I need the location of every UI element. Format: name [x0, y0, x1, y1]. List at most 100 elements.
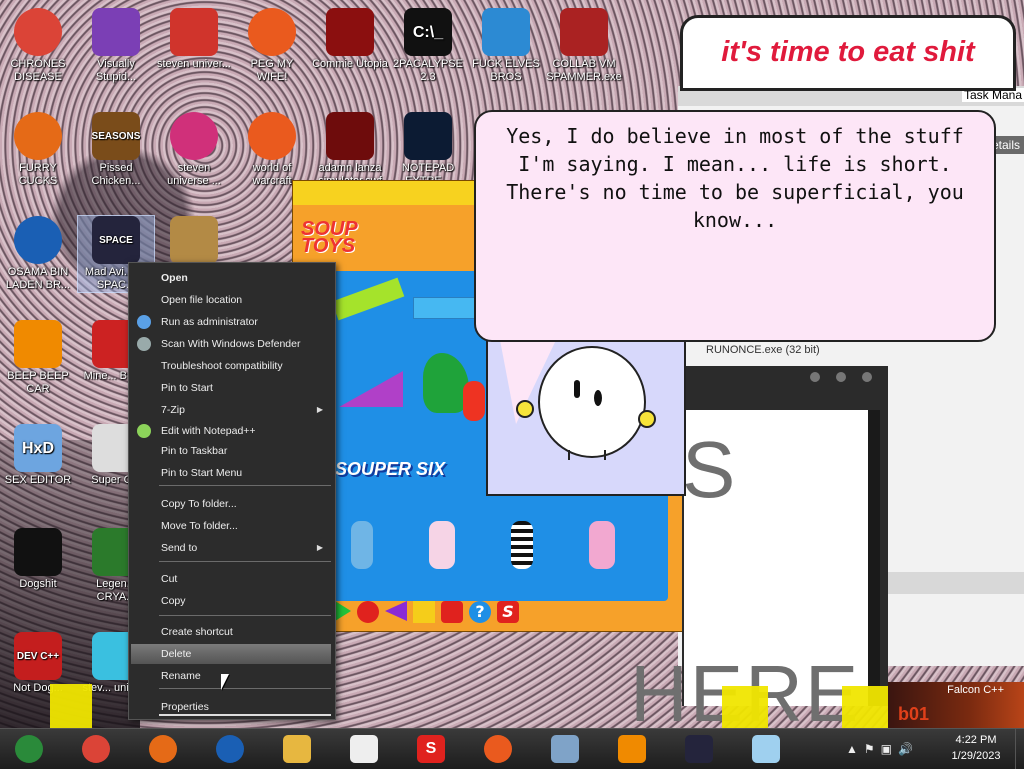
- clock[interactable]: 4:22 PM 1/29/2023: [944, 732, 1008, 764]
- flag-icon[interactable]: ⚑: [864, 742, 875, 756]
- scrollbar[interactable]: [868, 410, 880, 706]
- devcpp-icon: DEV C++: [14, 632, 62, 680]
- desktop-icon-label: PEG MY WIFE!: [250, 58, 294, 83]
- yellow-square-icon[interactable]: [413, 601, 435, 623]
- context-menu-item[interactable]: Copy To folder...: [131, 494, 331, 514]
- steven-universe-gem-icon: [170, 112, 218, 160]
- context-menu-item-label: Troubleshoot compatibility: [161, 360, 283, 372]
- purple-arrow-icon[interactable]: [385, 601, 407, 621]
- close-button[interactable]: [862, 372, 872, 382]
- context-menu-item[interactable]: Move To folder...: [131, 516, 331, 536]
- taskbar-button[interactable]: [268, 731, 326, 767]
- taskbar-button[interactable]: [134, 731, 192, 767]
- notepadpp-icon: [137, 424, 151, 438]
- context-menu-item-label: Scan With Windows Defender: [161, 338, 301, 350]
- taskbar-button[interactable]: [0, 731, 58, 767]
- context-menu-item[interactable]: Pin to Start Menu: [131, 463, 331, 483]
- right-hand: [638, 410, 656, 428]
- desktop-icon[interactable]: [156, 216, 232, 266]
- character-toy-4[interactable]: [589, 521, 615, 569]
- desktop-icon[interactable]: FUCK ELVES BROS: [468, 8, 544, 84]
- context-menu-item[interactable]: Delete: [131, 644, 331, 664]
- context-menu-item[interactable]: Troubleshoot compatibility: [131, 356, 331, 376]
- show-desktop-button[interactable]: [1015, 729, 1024, 769]
- character-toy-3[interactable]: [511, 521, 533, 569]
- blue-block-shape[interactable]: [413, 297, 475, 319]
- network-icon[interactable]: ▣: [881, 742, 892, 756]
- desktop-icon[interactable]: COLLAB VM SPAMMER.exe: [546, 8, 622, 84]
- red-circle-icon[interactable]: [357, 601, 379, 623]
- question-icon[interactable]: ?: [469, 601, 491, 623]
- desktop-icon-label: FUCK ELVES BROS: [472, 58, 540, 83]
- volume-icon[interactable]: 🔊: [898, 742, 913, 756]
- context-menu-item[interactable]: Pin to Taskbar: [131, 441, 331, 461]
- submenu-arrow-icon: ▶: [316, 405, 323, 414]
- soup-toolbar: ? S: [335, 601, 519, 623]
- desktop-icon[interactable]: Commie Utopia: [312, 8, 388, 71]
- context-menu-item[interactable]: Scan With Windows Defender: [131, 334, 331, 354]
- context-menu-item[interactable]: Send to ▶: [131, 538, 331, 558]
- taskbar-button[interactable]: [670, 731, 728, 767]
- desktop-icon[interactable]: HxD SEX EDITOR: [0, 424, 76, 487]
- desktop-icon[interactable]: world of warcraft: [234, 112, 310, 188]
- context-menu-item[interactable]: Pin to Start: [131, 378, 331, 398]
- context-menu-item[interactable]: Run as administrator: [131, 312, 331, 332]
- process-row[interactable]: RUNONCE.exe (32 bit): [706, 344, 820, 356]
- properties-underline: [159, 714, 331, 716]
- soup-toys-logo: SOUP TOYS: [301, 219, 358, 256]
- maximize-button[interactable]: [836, 372, 846, 382]
- desktop-icon[interactable]: PEG MY WIFE!: [234, 8, 310, 84]
- context-menu-item[interactable]: Rename: [131, 666, 331, 686]
- taskbar: S ▲ ⚑ ▣ 🔊 4:22 PM 1/29/2023: [0, 728, 1024, 769]
- taskbar-button[interactable]: [469, 731, 527, 767]
- context-menu-item[interactable]: Open file location: [131, 290, 331, 310]
- green-arrow-icon[interactable]: [335, 601, 351, 621]
- context-menu-item[interactable]: Create shortcut: [131, 622, 331, 642]
- falcon-cpp-window[interactable]: Falcon C++ b01: [888, 682, 1024, 728]
- desktop-icon[interactable]: FURRY CUCKS: [0, 112, 76, 188]
- firefox-icon: [149, 735, 177, 763]
- taskbar-button[interactable]: S: [402, 731, 460, 767]
- desktop-icon[interactable]: BEEP BEEP CAR: [0, 320, 76, 396]
- context-menu-item-label: Pin to Taskbar: [161, 445, 228, 457]
- red-magnet-toy[interactable]: [463, 381, 485, 421]
- context-menu-item[interactable]: Open: [131, 268, 331, 288]
- desktop-icon[interactable]: Visually Stupid...: [78, 8, 154, 84]
- ball-character: [538, 346, 646, 458]
- desktop-icon[interactable]: OSAMA BIN LADEN BR...: [0, 216, 76, 292]
- falcon-ob-text: b01: [898, 704, 930, 724]
- desktop-icon[interactable]: steven universe ...: [156, 112, 232, 188]
- context-menu-item-label: Open file location: [161, 294, 243, 306]
- character-toy-2[interactable]: [429, 521, 455, 569]
- desktop-icon[interactable]: C:\_ 2PACALYPSE 2.3: [390, 8, 466, 84]
- desktop-icon[interactable]: adamn lanza simulator.swf: [312, 112, 388, 188]
- desktop-icon-label: Pissed Chicken...: [91, 162, 141, 187]
- desktop-icon[interactable]: SEASONS Pissed Chicken...: [78, 112, 154, 188]
- hxd-icon: HxD: [14, 424, 62, 472]
- taskbar-button[interactable]: [201, 731, 259, 767]
- falcon-label: Falcon C++: [947, 684, 1004, 696]
- taskbar-button[interactable]: [603, 731, 661, 767]
- context-menu-item[interactable]: Copy: [131, 591, 331, 611]
- sticker-text: it's time to eat shit: [721, 36, 975, 68]
- taskbar-button[interactable]: [67, 731, 125, 767]
- taskbar-button[interactable]: [536, 731, 594, 767]
- desktop-icon[interactable]: steven univer...: [156, 8, 232, 71]
- defender-icon: [137, 337, 151, 351]
- desktop-icon[interactable]: CHRONES DISEASE: [0, 8, 76, 84]
- desktop-icon[interactable]: NOTEPAD EXTRE...: [390, 112, 466, 188]
- desktop-icon-label: BEEP BEEP CAR: [7, 370, 69, 395]
- desktop-icon[interactable]: Dogshit: [0, 528, 76, 591]
- taskbar-button[interactable]: [335, 731, 393, 767]
- minimize-button[interactable]: [810, 372, 820, 382]
- purple-triangle-shape[interactable]: [339, 371, 403, 407]
- show-hidden-icons-icon[interactable]: ▲: [846, 742, 858, 756]
- context-menu-item[interactable]: 7-Zip ▶: [131, 400, 331, 420]
- speech-bubble: Yes, I do believe in most of the stuff I…: [474, 110, 996, 342]
- red-tool-icon[interactable]: [441, 601, 463, 623]
- context-menu-item[interactable]: Cut: [131, 569, 331, 589]
- character-toy-1[interactable]: [351, 521, 373, 569]
- taskbar-button[interactable]: [737, 731, 795, 767]
- s-logo-icon[interactable]: S: [497, 601, 519, 623]
- context-menu-item[interactable]: Edit with Notepad++: [131, 421, 331, 441]
